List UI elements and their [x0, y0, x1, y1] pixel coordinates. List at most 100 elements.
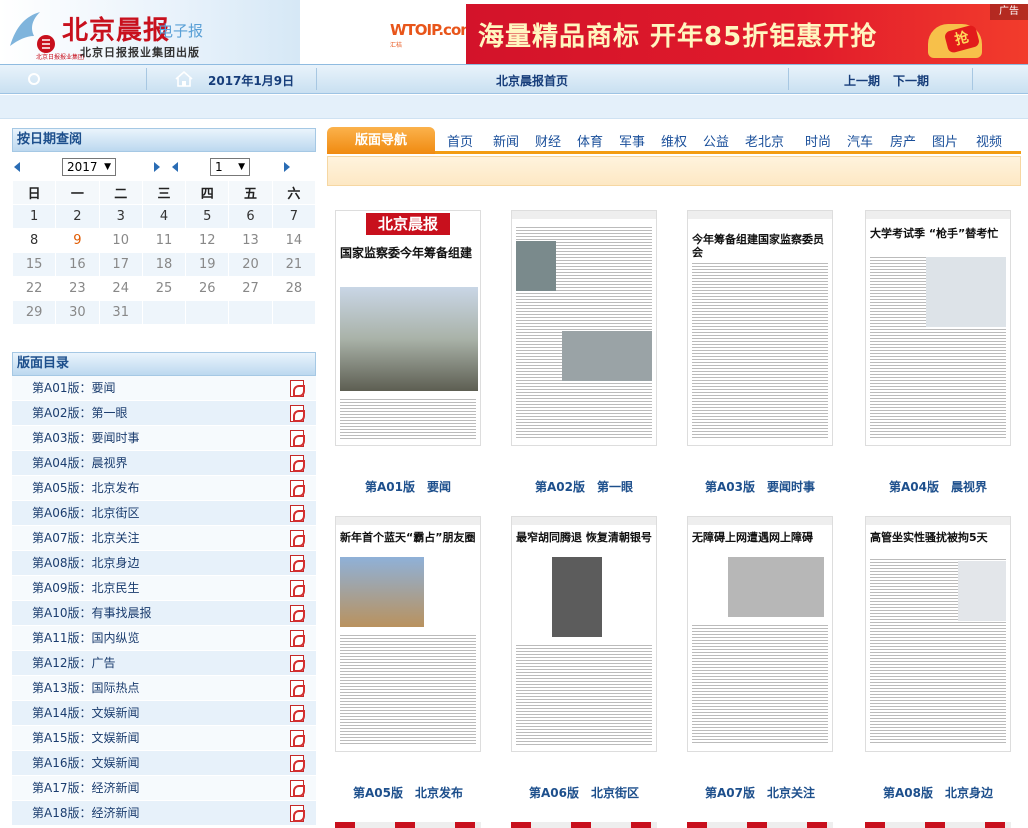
pdf-icon[interactable]: [290, 705, 305, 722]
next-year-icon[interactable]: [154, 162, 160, 172]
pdf-icon[interactable]: [290, 530, 305, 547]
page-link[interactable]: 第A11版：国内纵览: [32, 631, 139, 645]
page-link[interactable]: 第A03版：要闻时事: [32, 431, 139, 445]
next-issue-link[interactable]: 下一期: [893, 72, 929, 89]
pdf-icon[interactable]: [290, 380, 305, 397]
page-list-item[interactable]: 第A08版：北京身边: [12, 551, 316, 576]
page-list-item[interactable]: 第A06版：北京街区: [12, 501, 316, 526]
home-icon[interactable]: [175, 71, 193, 87]
pdf-icon[interactable]: [290, 755, 305, 772]
page-link[interactable]: 第A14版：文娱新闻: [32, 706, 139, 720]
thumb-caption[interactable]: 第A07版 北京关注: [675, 784, 845, 801]
pdf-icon[interactable]: [290, 805, 305, 822]
page-thumbnail-a06[interactable]: 最窄胡同腾退 恢复清朝银号: [511, 516, 657, 752]
thumb-caption[interactable]: 第A08版 北京身边: [853, 784, 1023, 801]
pdf-icon[interactable]: [290, 405, 305, 422]
tab-old-beijing[interactable]: 老北京: [745, 131, 784, 150]
tab-charity[interactable]: 公益: [703, 131, 729, 150]
page-link[interactable]: 第A06版：北京街区: [32, 506, 139, 520]
thumb-caption[interactable]: 第A02版 第一眼: [499, 478, 669, 495]
page-thumbnail-a04[interactable]: 大学考试季 “枪手”替考忙: [865, 210, 1011, 446]
pdf-icon[interactable]: [290, 605, 305, 622]
calendar-day[interactable]: 5: [185, 204, 230, 229]
tab-news[interactable]: 新闻: [493, 131, 519, 150]
thumb-caption[interactable]: 第A01版 要闻: [323, 478, 493, 495]
calendar-day[interactable]: 2: [55, 204, 100, 229]
pdf-icon[interactable]: [290, 780, 305, 797]
page-list-item[interactable]: 第A17版：经济新闻: [12, 776, 316, 801]
calendar-day[interactable]: 6: [228, 204, 273, 229]
tab-fashion[interactable]: 时尚: [805, 131, 831, 150]
tab-property[interactable]: 房产: [890, 131, 916, 150]
pdf-icon[interactable]: [290, 630, 305, 647]
page-list-item[interactable]: 第A14版：文娱新闻: [12, 701, 316, 726]
month-select[interactable]: 1 ▼: [210, 158, 250, 176]
pdf-icon[interactable]: [290, 580, 305, 597]
pdf-icon[interactable]: [290, 680, 305, 697]
page-link[interactable]: 第A18版：经济新闻: [32, 806, 139, 820]
prev-month-icon[interactable]: [172, 162, 178, 172]
page-link[interactable]: 第A08版：北京身边: [32, 556, 139, 570]
calendar-day[interactable]: 4: [141, 204, 187, 229]
tab-sports[interactable]: 体育: [577, 131, 603, 150]
year-select[interactable]: 2017 ▼: [62, 158, 116, 176]
page-link[interactable]: 第A13版：国际热点: [32, 681, 139, 695]
page-list-item[interactable]: 第A11版：国内纵览: [12, 626, 316, 651]
tab-military[interactable]: 军事: [619, 131, 645, 150]
tab-finance[interactable]: 财经: [535, 131, 561, 150]
calendar-day[interactable]: 7: [271, 204, 317, 229]
thumb-caption[interactable]: 第A03版 要闻时事: [675, 478, 845, 495]
prev-year-icon[interactable]: [14, 162, 20, 172]
tab-page-nav[interactable]: 版面导航: [327, 127, 435, 154]
pdf-icon[interactable]: [290, 730, 305, 747]
page-list-item[interactable]: 第A16版：文娱新闻: [12, 751, 316, 776]
page-thumbnail-a02[interactable]: [511, 210, 657, 446]
tab-photos[interactable]: 图片: [932, 131, 958, 150]
calendar-day-current[interactable]: 9: [55, 228, 100, 253]
page-link[interactable]: 第A12版：广告: [32, 656, 115, 670]
page-list-item[interactable]: 第A07版：北京关注: [12, 526, 316, 551]
page-list-item[interactable]: 第A18版：经济新闻: [12, 801, 316, 826]
page-link[interactable]: 第A04版：晨视界: [32, 456, 127, 470]
page-link[interactable]: 第A09版：北京民生: [32, 581, 139, 595]
page-link[interactable]: 第A01版：要闻: [32, 381, 115, 395]
thumb-caption[interactable]: 第A05版 北京发布: [323, 784, 493, 801]
pdf-icon[interactable]: [290, 655, 305, 672]
page-list-item[interactable]: 第A03版：要闻时事: [12, 426, 316, 451]
page-list-item[interactable]: 第A01版：要闻: [12, 376, 316, 401]
pdf-icon[interactable]: [290, 480, 305, 497]
pdf-icon[interactable]: [290, 505, 305, 522]
next-month-icon[interactable]: [284, 162, 290, 172]
page-list-item[interactable]: 第A12版：广告: [12, 651, 316, 676]
page-link[interactable]: 第A10版：有事找晨报: [32, 606, 151, 620]
tab-auto[interactable]: 汽车: [847, 131, 873, 150]
pdf-icon[interactable]: [290, 430, 305, 447]
ad-text[interactable]: 海量精品商标 开年85折钜惠开抢: [478, 16, 877, 53]
page-link[interactable]: 第A05版：北京发布: [32, 481, 139, 495]
page-list-item[interactable]: 第A05版：北京发布: [12, 476, 316, 501]
pdf-icon[interactable]: [290, 455, 305, 472]
home-link[interactable]: 北京晨报首页: [496, 72, 568, 89]
pdf-icon[interactable]: [290, 555, 305, 572]
calendar-day[interactable]: 3: [98, 204, 143, 229]
page-thumbnail-a07[interactable]: 无障碍上网遭遇网上障碍: [687, 516, 833, 752]
page-list-item[interactable]: 第A15版：文娱新闻: [12, 726, 316, 751]
page-list-item[interactable]: 第A09版：北京民生: [12, 576, 316, 601]
page-list-item[interactable]: 第A02版：第一眼: [12, 401, 316, 426]
page-link[interactable]: 第A15版：文娱新闻: [32, 731, 139, 745]
page-thumbnail-a05[interactable]: 新年首个蓝天“霸占”朋友圈: [335, 516, 481, 752]
page-thumbnail-a03[interactable]: 今年筹备组建国家监察委员会: [687, 210, 833, 446]
page-link[interactable]: 第A17版：经济新闻: [32, 781, 139, 795]
thumb-caption[interactable]: 第A06版 北京街区: [499, 784, 669, 801]
prev-issue-link[interactable]: 上一期: [844, 72, 880, 89]
thumb-caption[interactable]: 第A04版 晨视界: [853, 478, 1023, 495]
page-list-item[interactable]: 第A10版：有事找晨报: [12, 601, 316, 626]
page-thumbnail-a01[interactable]: 北京晨报 国家监察委今年筹备组建: [335, 210, 481, 446]
tab-rights[interactable]: 维权: [661, 131, 687, 150]
tab-video[interactable]: 视频: [976, 131, 1002, 150]
calendar-day[interactable]: 8: [11, 228, 57, 253]
page-thumbnail-a08[interactable]: 高管坐实性骚扰被拘5天: [865, 516, 1011, 752]
tab-home[interactable]: 首页: [447, 131, 473, 150]
page-link[interactable]: 第A07版：北京关注: [32, 531, 139, 545]
page-link[interactable]: 第A16版：文娱新闻: [32, 756, 139, 770]
